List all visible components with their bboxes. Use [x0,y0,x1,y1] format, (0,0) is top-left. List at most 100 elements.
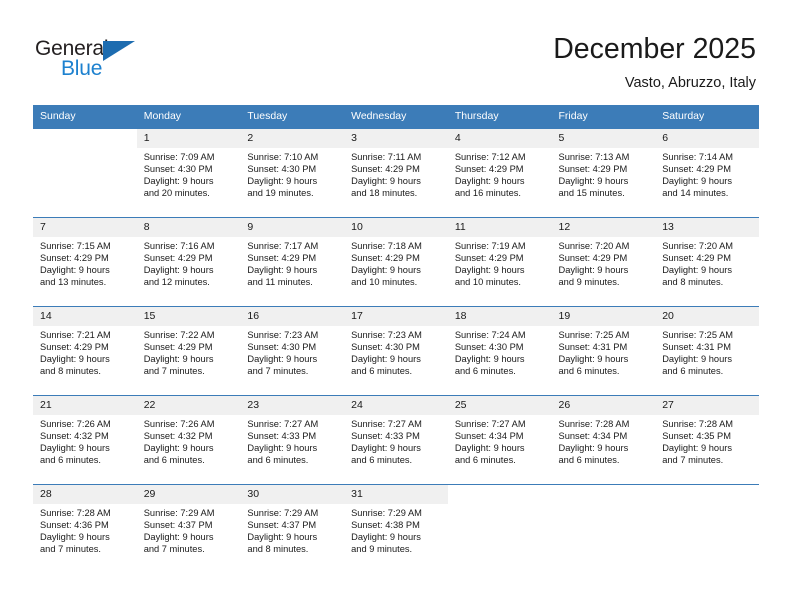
title-block: December 2025 Vasto, Abruzzo, Italy [553,32,756,92]
day-info-sunrise: Sunrise: 7:15 AM [40,241,111,251]
day-sun-info: Sunrise: 7:20 AM Sunset: 4:29 PM Daylight:… [552,237,656,288]
calendar-day-cell[interactable]: 26 Sunrise: 7:28 AM Sunset: 4:34 PM Dayligh… [551,395,656,485]
page-subtitle: Vasto, Abruzzo, Italy [624,75,756,91]
calendar-day-cell[interactable]: 22 Sunrise: 7:26 AM Sunset: 4:32 PM Dayligh… [136,395,241,485]
day-number: 5 [551,129,656,148]
day-sun-info: Sunrise: 7:15 AM Sunset: 4:29 PM Daylight:… [33,237,137,288]
calendar-day-cell[interactable]: 14 Sunrise: 7:21 AM Sunset: 4:29 PM Dayligh… [33,306,137,396]
calendar-day-cell[interactable]: 20 Sunrise: 7:25 AM Sunset: 4:31 PM Dayligh… [655,306,759,396]
day-sun-info: Sunrise: 7:10 AM Sunset: 4:30 PM Daylight:… [240,148,344,199]
calendar-day-cell[interactable]: 18 Sunrise: 7:24 AM Sunset: 4:30 PM Dayligh… [447,306,552,396]
day-info-sunrise: Sunrise: 7:19 AM [454,241,526,251]
calendar-day-cell[interactable]: 5 Sunrise: 7:13 AM Sunset: 4:29 PM Daylight… [551,128,656,218]
day-cell-inner [655,485,759,573]
day-info-daylight2: and 8 minutes. [662,277,724,288]
day-info-sunrise: Sunrise: 7:25 AM [558,330,630,340]
day-info-daylight1: Daylight: 9 hours [454,265,525,276]
day-number: 18 [447,307,552,326]
day-sun-info: Sunrise: 7:26 AM Sunset: 4:32 PM Daylight:… [137,415,241,466]
day-info-sunrise: Sunrise: 7:21 AM [40,330,111,340]
day-info-daylight1: Daylight: 9 hours [662,354,732,365]
day-number [33,129,137,148]
day-sun-info: Sunrise: 7:16 AM Sunset: 4:29 PM Daylight:… [137,237,241,288]
day-info-daylight1: Daylight: 9 hours [40,354,110,365]
day-info-daylight2: and 7 minutes. [143,366,205,377]
calendar-day-cell[interactable]: 25 Sunrise: 7:27 AM Sunset: 4:34 PM Dayligh… [447,395,552,485]
calendar-day-cell[interactable]: 31 Sunrise: 7:29 AM Sunset: 4:38 PM Dayligh… [344,484,448,573]
day-sun-info [655,504,759,507]
day-sun-info: Sunrise: 7:11 AM Sunset: 4:29 PM Daylight:… [344,148,448,199]
day-cell-inner: 31 Sunrise: 7:29 AM Sunset: 4:38 PM Dayligh… [344,485,448,573]
day-info-daylight1: Daylight: 9 hours [143,354,214,365]
day-sun-info: Sunrise: 7:18 AM Sunset: 4:29 PM Daylight:… [344,237,448,288]
day-sun-info: Sunrise: 7:23 AM Sunset: 4:30 PM Daylight:… [240,326,344,377]
calendar-day-cell[interactable]: 15 Sunrise: 7:22 AM Sunset: 4:29 PM Dayligh… [136,306,241,396]
day-sun-info [33,148,137,151]
calendar-header-row: Sunday Monday Tuesday Wednesday Thursday… [33,105,759,129]
day-sun-info: Sunrise: 7:26 AM Sunset: 4:32 PM Daylight:… [33,415,137,466]
day-number: 7 [33,218,137,237]
day-info-daylight1: Daylight: 9 hours [351,532,421,543]
day-info-sunset: Sunset: 4:30 PM [247,342,317,353]
weekday-header-sunday: Sunday [33,105,137,129]
calendar-day-cell[interactable]: 19 Sunrise: 7:25 AM Sunset: 4:31 PM Dayligh… [551,306,656,396]
calendar-day-cell[interactable]: 7 Sunrise: 7:15 AM Sunset: 4:29 PM Daylight… [33,217,137,307]
calendar-day-cell[interactable]: 2 Sunrise: 7:10 AM Sunset: 4:30 PM Daylight… [240,128,345,218]
day-cell-inner: 18 Sunrise: 7:24 AM Sunset: 4:30 PM Dayligh… [447,307,552,395]
day-number: 31 [344,485,448,504]
calendar-day-cell[interactable]: 17 Sunrise: 7:23 AM Sunset: 4:30 PM Dayligh… [344,306,448,396]
day-info-daylight2: and 16 minutes. [454,188,521,199]
calendar-day-cell[interactable]: 30 Sunrise: 7:29 AM Sunset: 4:37 PM Dayligh… [240,484,345,573]
day-info-sunrise: Sunrise: 7:27 AM [247,419,319,429]
calendar-day-cell[interactable]: 1 Sunrise: 7:09 AM Sunset: 4:30 PM Daylight… [136,128,241,218]
day-cell-inner: 29 Sunrise: 7:29 AM Sunset: 4:37 PM Dayligh… [136,485,241,573]
day-info-daylight2: and 6 minutes. [40,455,101,466]
calendar-day-cell-empty [447,484,552,573]
day-info-sunset: Sunset: 4:33 PM [247,431,317,442]
calendar-day-cell[interactable]: 4 Sunrise: 7:12 AM Sunset: 4:29 PM Daylight… [447,128,552,218]
day-number [655,485,759,504]
day-info-sunset: Sunset: 4:29 PM [351,164,420,175]
day-sun-info: Sunrise: 7:20 AM Sunset: 4:29 PM Daylight:… [655,237,759,288]
day-info-daylight1: Daylight: 9 hours [247,532,318,543]
calendar-day-cell[interactable]: 11 Sunrise: 7:19 AM Sunset: 4:29 PM Dayligh… [447,217,552,307]
day-info-daylight1: Daylight: 9 hours [454,176,525,187]
calendar-day-cell[interactable]: 29 Sunrise: 7:29 AM Sunset: 4:37 PM Dayligh… [136,484,241,573]
calendar-day-cell[interactable]: 21 Sunrise: 7:26 AM Sunset: 4:32 PM Dayligh… [33,395,137,485]
day-info-sunrise: Sunrise: 7:29 AM [143,508,215,518]
calendar-week-row: 7 Sunrise: 7:15 AM Sunset: 4:29 PM Daylight… [33,217,759,307]
calendar-day-cell[interactable]: 8 Sunrise: 7:16 AM Sunset: 4:29 PM Daylight… [136,217,241,307]
day-cell-inner: 20 Sunrise: 7:25 AM Sunset: 4:31 PM Dayligh… [655,307,759,395]
calendar-day-cell[interactable]: 16 Sunrise: 7:23 AM Sunset: 4:30 PM Dayligh… [240,306,345,396]
day-sun-info: Sunrise: 7:29 AM Sunset: 4:37 PM Daylight:… [137,504,241,555]
generalblue-logo[interactable]: General Blue [35,38,150,86]
day-info-sunrise: Sunrise: 7:28 AM [558,419,630,429]
day-number: 14 [33,307,137,326]
calendar-day-cell[interactable]: 3 Sunrise: 7:11 AM Sunset: 4:29 PM Daylight… [344,128,448,218]
day-info-daylight2: and 7 minutes. [40,544,101,555]
calendar-day-cell[interactable]: 27 Sunrise: 7:28 AM Sunset: 4:35 PM Dayligh… [655,395,759,485]
day-info-sunset: Sunset: 4:29 PM [662,164,731,175]
calendar-day-cell[interactable]: 9 Sunrise: 7:17 AM Sunset: 4:29 PM Daylight… [240,217,345,307]
day-cell-inner: 24 Sunrise: 7:27 AM Sunset: 4:33 PM Dayligh… [344,396,448,484]
day-info-sunrise: Sunrise: 7:22 AM [143,330,215,340]
day-info-sunrise: Sunrise: 7:23 AM [351,330,422,340]
day-cell-inner: 30 Sunrise: 7:29 AM Sunset: 4:37 PM Dayligh… [240,485,345,573]
calendar-day-cell[interactable]: 13 Sunrise: 7:20 AM Sunset: 4:29 PM Dayligh… [655,217,759,307]
calendar-body: 1 Sunrise: 7:09 AM Sunset: 4:30 PM Daylight… [33,128,759,573]
calendar-day-cell[interactable]: 24 Sunrise: 7:27 AM Sunset: 4:33 PM Dayligh… [344,395,448,485]
day-cell-inner: 7 Sunrise: 7:15 AM Sunset: 4:29 PM Daylight… [33,218,137,306]
day-info-daylight1: Daylight: 9 hours [247,354,318,365]
calendar-day-cell[interactable]: 10 Sunrise: 7:18 AM Sunset: 4:29 PM Dayligh… [344,217,448,307]
day-sun-info [552,504,656,507]
calendar-day-cell[interactable]: 12 Sunrise: 7:20 AM Sunset: 4:29 PM Dayligh… [551,217,656,307]
day-info-sunset: Sunset: 4:32 PM [143,431,213,442]
day-info-daylight1: Daylight: 9 hours [662,265,732,276]
calendar-day-cell[interactable]: 6 Sunrise: 7:14 AM Sunset: 4:29 PM Daylight… [655,128,759,218]
calendar-day-cell[interactable]: 28 Sunrise: 7:28 AM Sunset: 4:36 PM Dayligh… [33,484,137,573]
day-sun-info: Sunrise: 7:24 AM Sunset: 4:30 PM Daylight:… [448,326,552,377]
day-info-sunset: Sunset: 4:30 PM [351,342,420,353]
day-info-sunset: Sunset: 4:30 PM [143,164,213,175]
calendar-day-cell[interactable]: 23 Sunrise: 7:27 AM Sunset: 4:33 PM Dayligh… [240,395,345,485]
day-number: 4 [447,129,552,148]
